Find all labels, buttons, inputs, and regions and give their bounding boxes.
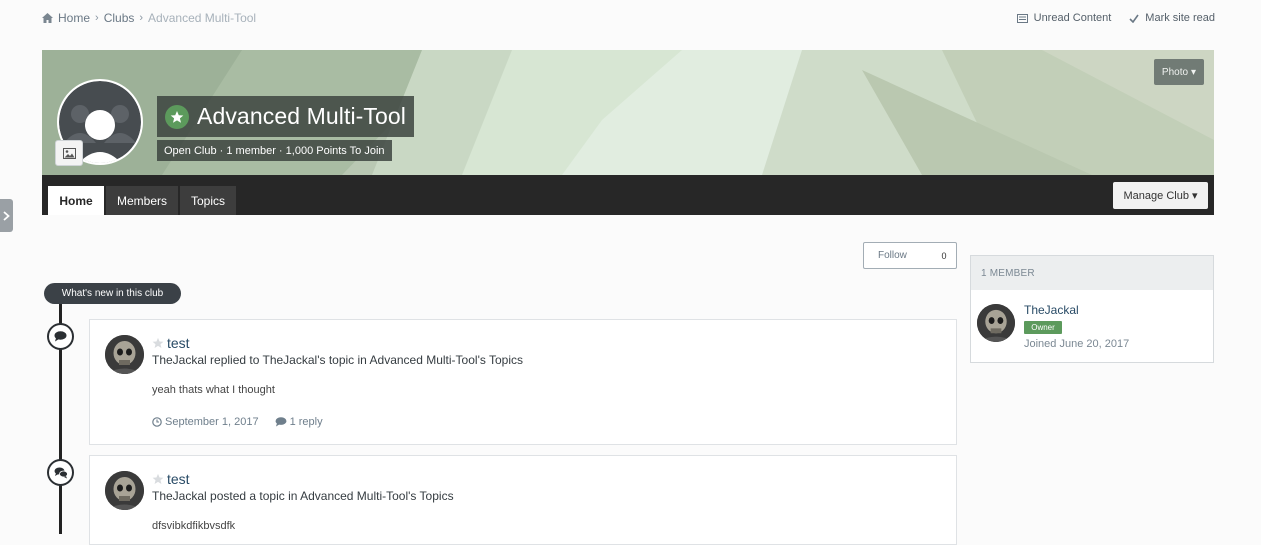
activity-body: dfsvibkdfikbvsdfk [152, 520, 236, 532]
members-widget: 1 MEMBER TheJackal Owner Joined June 20,… [970, 255, 1214, 363]
top-links: Unread Content Mark site read [1016, 12, 1215, 24]
activity-description: TheJackal replied to TheJackal's topic i… [152, 353, 523, 367]
breadcrumb: Home › Clubs › Advanced Multi-Tool [42, 11, 256, 25]
star-icon [152, 337, 164, 348]
member-joined-date: Joined June 20, 2017 [1024, 338, 1130, 350]
club-nav: Home Members Topics Manage Club ▾ [42, 175, 1214, 215]
activity-body: yeah thats what I thought [152, 384, 275, 396]
activity-card: test TheJackal posted a topic in Advance… [89, 455, 957, 545]
activity-replies-label: 1 reply [289, 416, 323, 428]
breadcrumb-clubs[interactable]: Clubs [104, 11, 135, 25]
user-avatar[interactable] [105, 471, 144, 510]
mark-site-read-label: Mark site read [1145, 12, 1215, 24]
photo-label: Photo [1161, 66, 1189, 78]
whats-new-header: What's new in this club [44, 283, 181, 304]
star-icon [152, 473, 164, 484]
activity-title-line: test [152, 335, 190, 351]
activity-replies[interactable]: 1 reply [275, 416, 323, 428]
club-title-box: Advanced Multi-Tool [157, 96, 415, 137]
home-icon [42, 13, 53, 23]
check-icon [1129, 14, 1139, 23]
manage-club-label: Manage Club [1123, 189, 1189, 202]
club-subtitle: Open Club · 1 member · 1,000 Points To J… [157, 140, 392, 161]
comments-icon [47, 459, 74, 486]
skull-avatar-icon [977, 304, 1015, 342]
chevron-right-icon: › [95, 12, 99, 24]
activity-meta: September 1, 2017 1 reply [152, 416, 323, 428]
follow-button[interactable]: Follow 0 [863, 242, 957, 269]
unread-content-link[interactable]: Unread Content [1016, 12, 1112, 24]
chevron-right-icon: › [139, 12, 144, 24]
activity-title-link[interactable]: test [167, 335, 190, 351]
tab-members[interactable]: Members [106, 186, 178, 215]
follow-count: 0 [941, 250, 947, 261]
owner-badge: Owner [1024, 321, 1062, 334]
members-header: 1 MEMBER [971, 256, 1213, 290]
user-avatar[interactable] [105, 335, 144, 374]
breadcrumb-current: Advanced Multi-Tool [148, 11, 257, 25]
activity-card: test TheJackal replied to TheJackal's to… [89, 319, 957, 445]
member-name-link[interactable]: TheJackal [1024, 303, 1079, 317]
chevron-right-icon [3, 210, 10, 221]
unread-content-label: Unread Content [1033, 12, 1112, 24]
skull-avatar-icon [105, 335, 144, 374]
unread-icon [1016, 13, 1028, 23]
sidebar-toggle[interactable] [0, 199, 13, 232]
club-title: Advanced Multi-Tool [197, 103, 407, 129]
photo-button[interactable]: Photo ▾ [1154, 59, 1204, 85]
change-avatar-button[interactable] [55, 140, 83, 166]
comment-icon [275, 417, 287, 427]
clock-icon [152, 417, 162, 427]
caret-down-icon: ▾ [1191, 190, 1198, 202]
follow-label: Follow [878, 250, 907, 261]
member-avatar[interactable] [977, 304, 1015, 342]
image-icon [62, 147, 76, 159]
skull-avatar-icon [105, 471, 144, 510]
manage-club-button[interactable]: Manage Club ▾ [1113, 182, 1208, 209]
activity-date-label: September 1, 2017 [165, 416, 259, 428]
activity-description: TheJackal posted a topic in Advanced Mul… [152, 489, 454, 503]
tab-topics[interactable]: Topics [180, 186, 236, 215]
caret-down-icon: ▾ [1191, 66, 1197, 78]
activity-title-link[interactable]: test [167, 471, 190, 487]
star-icon [165, 104, 189, 129]
activity-title-line: test [152, 471, 190, 487]
activity-date[interactable]: September 1, 2017 [152, 416, 259, 428]
tab-home[interactable]: Home [48, 186, 104, 215]
mark-site-read-link[interactable]: Mark site read [1129, 12, 1215, 24]
comment-icon [47, 323, 74, 350]
breadcrumb-home[interactable]: Home [58, 11, 90, 25]
